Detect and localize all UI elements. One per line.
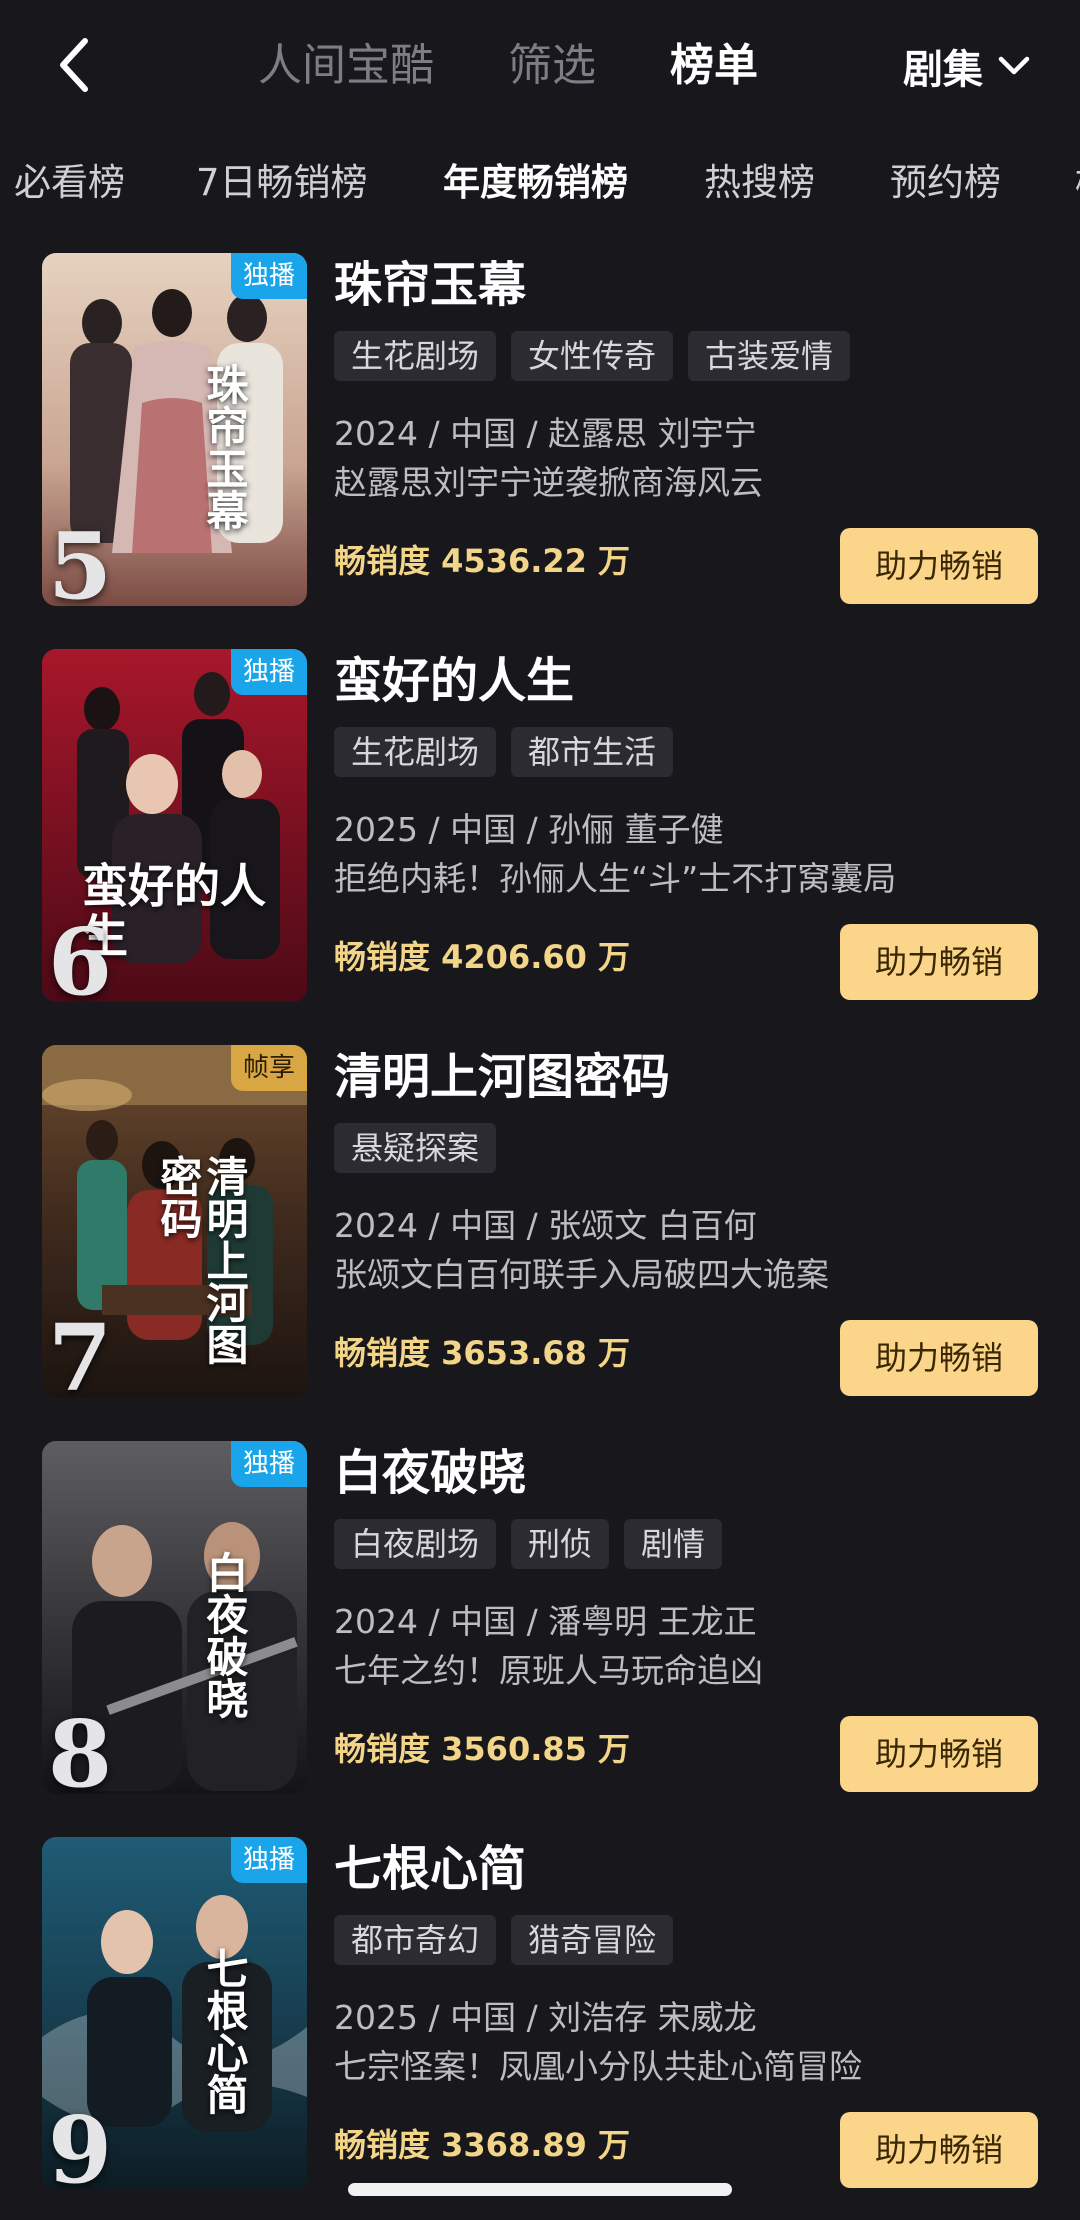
show-title[interactable]: 清明上河图密码 — [334, 1045, 670, 1109]
tag-list: 都市奇幻 猎奇冒险 — [334, 1915, 688, 1965]
sales-score: 畅销度 4536.22 万 — [334, 542, 631, 580]
tag[interactable]: 都市生活 — [511, 727, 674, 777]
exclusive-badge: 独播 — [231, 1441, 307, 1487]
tab-7day-bestseller[interactable]: 7日畅销榜 — [196, 150, 368, 215]
tab-annual-bestseller[interactable]: 年度畅销榜 — [443, 150, 628, 215]
top-header: 人间宝酷 筛选 榜单 剧集 — [0, 0, 1080, 135]
poster[interactable]: 七根心简 9 独播 — [42, 1837, 307, 2190]
rank-number: 5 — [48, 512, 113, 606]
boost-sales-button[interactable]: 助力畅销 — [840, 924, 1038, 1000]
poster[interactable]: 清明上河图密码 7 帧享 — [42, 1045, 307, 1398]
exclusive-badge: 独播 — [231, 253, 307, 299]
tab-filter[interactable]: 筛选 — [508, 36, 596, 96]
show-meta: 2024 / 中国 / 赵露思 刘宇宁 — [334, 414, 757, 453]
exclusive-badge: 独播 — [231, 649, 307, 695]
boost-sales-button[interactable]: 助力畅销 — [840, 2112, 1038, 2188]
exclusive-badge: 独播 — [231, 1837, 307, 1883]
list-item[interactable]: 清明上河图密码 7 帧享 清明上河图密码 悬疑探案 2024 / 中国 / 张颂… — [0, 1045, 1080, 1400]
poster-title: 清明上河图密码 — [153, 1155, 249, 1365]
boost-sales-button[interactable]: 助力畅销 — [840, 1716, 1038, 1792]
show-title[interactable]: 白夜破晓 — [334, 1441, 526, 1505]
tag[interactable]: 女性传奇 — [511, 331, 674, 381]
show-description: 张颂文白百何联手入局破四大诡案 — [334, 1255, 829, 1294]
tab-ranking[interactable]: 榜单 — [670, 36, 758, 96]
category-label: 剧集 — [903, 47, 983, 93]
frame-share-badge: 帧享 — [231, 1045, 307, 1091]
show-meta: 2024 / 中国 / 张颂文 白百何 — [334, 1206, 757, 1245]
poster[interactable]: 白夜破晓 8 独播 — [42, 1441, 307, 1794]
poster-title: 珠帘玉幕 — [200, 363, 249, 531]
poster[interactable]: 蛮好的人生 6 独播 — [42, 649, 307, 1002]
rank-number: 8 — [48, 1700, 113, 1794]
show-description: 七宗怪案！凤凰小分队共赴心简冒险 — [334, 2047, 862, 2086]
tag-list: 悬疑探案 — [334, 1123, 511, 1173]
tab-reservation[interactable]: 预约榜 — [890, 150, 1001, 215]
sales-score: 畅销度 3368.89 万 — [334, 2126, 631, 2164]
list-item[interactable]: 白夜破晓 8 独播 白夜破晓 白夜剧场 刑侦 剧情 2024 / 中国 / 潘粤… — [0, 1441, 1080, 1796]
rank-number: 6 — [48, 908, 113, 1002]
tag[interactable]: 剧情 — [624, 1519, 723, 1569]
poster-title: 白夜破晓 — [200, 1551, 249, 1719]
poster-title: 蛮好的人生 — [82, 858, 266, 964]
tag[interactable]: 古装爱情 — [688, 331, 851, 381]
sales-score: 畅销度 3560.85 万 — [334, 1730, 631, 1768]
sales-score: 畅销度 3653.68 万 — [334, 1334, 631, 1372]
tag-list: 白夜剧场 刑侦 剧情 — [334, 1519, 737, 1569]
header-tabs: 人间宝酷 筛选 榜单 — [258, 36, 832, 96]
show-meta: 2025 / 中国 / 孙俪 董子健 — [334, 810, 724, 849]
tab-renjian-baoku[interactable]: 人间宝酷 — [258, 36, 434, 96]
poster[interactable]: 珠帘玉幕 5 独播 — [42, 253, 307, 606]
tag[interactable]: 刑侦 — [511, 1519, 610, 1569]
tag[interactable]: 生花剧场 — [334, 727, 497, 777]
show-title[interactable]: 珠帘玉幕 — [334, 253, 526, 317]
tag-list: 生花剧场 女性传奇 古装爱情 — [334, 331, 865, 381]
show-description: 赵露思刘宇宁逆袭掀商海风云 — [334, 463, 763, 502]
show-description: 拒绝内耗！孙俪人生“斗”士不打窝囊局 — [334, 859, 897, 898]
poster-title: 七根心简 — [200, 1947, 249, 2115]
show-meta: 2024 / 中国 / 潘粤明 王龙正 — [334, 1602, 757, 1641]
tag[interactable]: 生花剧场 — [334, 331, 497, 381]
list-item[interactable]: 珠帘玉幕 5 独播 珠帘玉幕 生花剧场 女性传奇 古装爱情 2024 / 中国 … — [0, 253, 1080, 608]
category-dropdown[interactable]: 剧集 — [903, 36, 1031, 96]
rank-number: 9 — [48, 2096, 113, 2190]
list-item[interactable]: 七根心简 9 独播 七根心简 都市奇幻 猎奇冒险 2025 / 中国 / 刘浩存… — [0, 1837, 1080, 2192]
back-button[interactable] — [40, 30, 110, 100]
show-description: 七年之约！原班人马玩命追凶 — [334, 1651, 763, 1690]
tab-overflow[interactable]: 榜 — [1075, 150, 1080, 215]
tag[interactable]: 猎奇冒险 — [511, 1915, 674, 1965]
boost-sales-button[interactable]: 助力畅销 — [840, 528, 1038, 604]
tag[interactable]: 悬疑探案 — [334, 1123, 497, 1173]
chevron-left-icon — [60, 38, 88, 92]
tag[interactable]: 白夜剧场 — [334, 1519, 497, 1569]
rank-number: 7 — [48, 1304, 113, 1398]
tag[interactable]: 都市奇幻 — [334, 1915, 497, 1965]
boost-sales-button[interactable]: 助力畅销 — [840, 1320, 1038, 1396]
show-meta: 2025 / 中国 / 刘浩存 宋威龙 — [334, 1998, 757, 2037]
sales-score: 畅销度 4206.60 万 — [334, 938, 631, 976]
tab-hot-search[interactable]: 热搜榜 — [704, 150, 815, 215]
show-title[interactable]: 七根心简 — [334, 1837, 526, 1901]
list-item[interactable]: 蛮好的人生 6 独播 蛮好的人生 生花剧场 都市生活 2025 / 中国 / 孙… — [0, 649, 1080, 1004]
show-title[interactable]: 蛮好的人生 — [334, 649, 574, 713]
home-indicator[interactable] — [348, 2183, 732, 2196]
tab-must-watch[interactable]: 必看榜 — [14, 150, 125, 215]
tag-list: 生花剧场 都市生活 — [334, 727, 688, 777]
ranking-tabs: 必看榜 7日畅销榜 年度畅销榜 热搜榜 预约榜 榜 — [0, 150, 1080, 215]
chevron-down-icon — [998, 56, 1030, 75]
